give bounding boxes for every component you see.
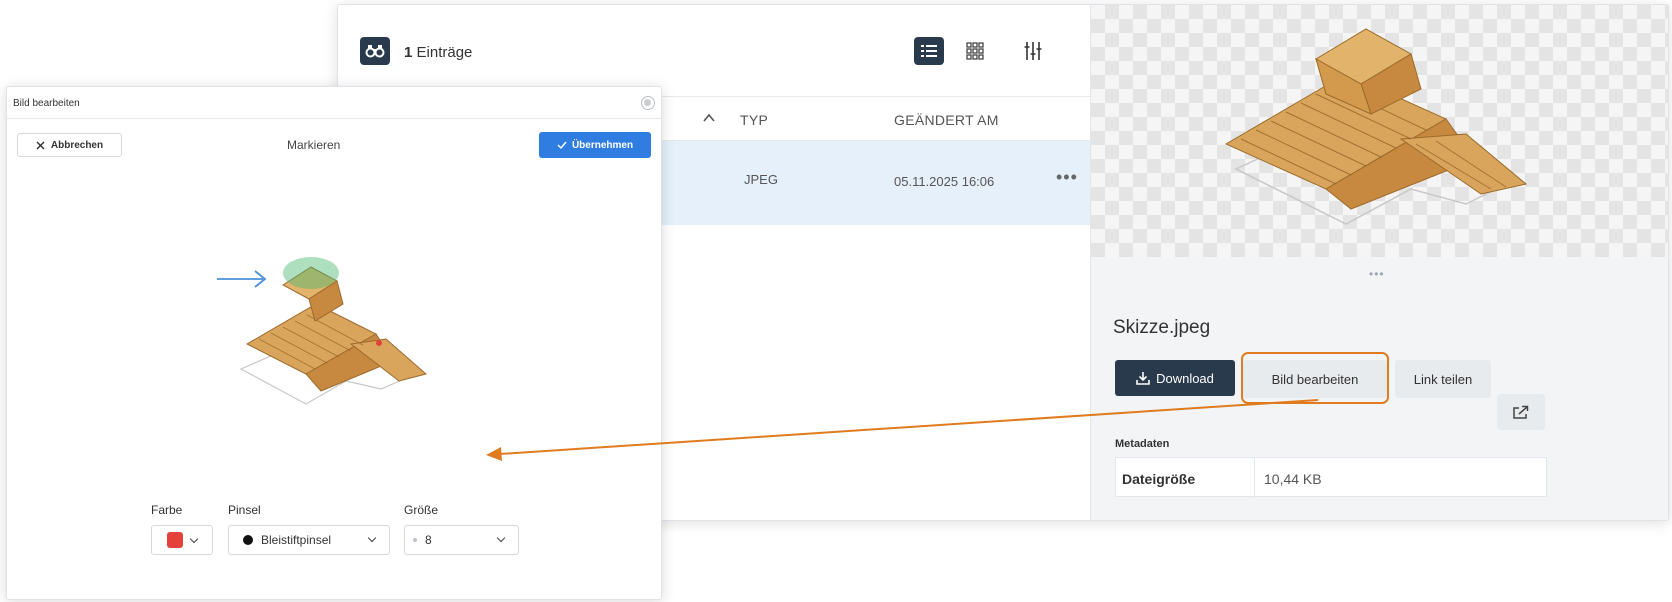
resize-handle[interactable]: ••• [1369, 267, 1385, 281]
brush-value: Bleistiftpinsel [261, 533, 332, 547]
more-options-icon[interactable]: ••• [1056, 167, 1078, 188]
filter-button[interactable] [1018, 37, 1048, 65]
share-icon [1513, 405, 1529, 419]
metadata-divider [1254, 458, 1255, 498]
list-view-icon [921, 45, 937, 57]
checkmark-icon [557, 141, 567, 149]
size-label: Größe [404, 503, 439, 517]
edit-image-button[interactable]: Bild bearbeiten [1243, 360, 1387, 398]
sort-chevron-up-icon[interactable] [702, 111, 716, 125]
cancel-button[interactable]: Abbrechen [17, 133, 122, 157]
file-name: Skizze.jpeg [1113, 317, 1211, 338]
roof-structure-image [1224, 28, 1528, 225]
list-view-button[interactable] [914, 37, 944, 65]
binoculars-icon [360, 37, 390, 65]
metadata-title: Metadaten [1115, 438, 1170, 450]
file-toolbar: 1 Einträge [338, 5, 1158, 97]
color-swatch [167, 532, 183, 548]
size-dot-icon [413, 538, 417, 542]
entries-count-label: 1 Einträge [404, 44, 472, 61]
download-label: Download [1156, 370, 1214, 386]
size-select[interactable]: 8 [404, 525, 519, 555]
share-link-label: Link teilen [1413, 371, 1473, 387]
chevron-down-icon [189, 534, 199, 543]
color-label: Farbe [151, 503, 183, 517]
apply-button[interactable]: Übernehmen [539, 132, 651, 158]
cell-modified: 05.11.2025 16:06 [894, 174, 995, 189]
apply-label: Übernehmen [571, 139, 634, 151]
edit-canvas[interactable] [211, 249, 441, 419]
share-button[interactable] [1497, 394, 1545, 430]
column-header-type[interactable]: TYP [740, 112, 768, 128]
column-header-modified[interactable]: GEÄNDERT AM [894, 112, 999, 128]
metadata-value: 10,44 KB [1264, 471, 1322, 487]
table-row[interactable]: JPEG 05.11.2025 16:06 ••• [658, 141, 1158, 225]
entries-text: Einträge [416, 44, 473, 61]
preview-pane: ••• Skizze.jpeg Download Bild bearbeiten… [1090, 5, 1668, 520]
dialog-header: Bild bearbeiten [7, 87, 661, 119]
table-header: TYP GEÄNDERT AM [658, 97, 1158, 141]
filter-sliders-icon [1024, 42, 1042, 60]
mode-label: Markieren [287, 138, 341, 152]
download-icon [1136, 372, 1150, 385]
size-value: 8 [425, 533, 432, 547]
brush-label: Pinsel [228, 503, 261, 517]
download-button[interactable]: Download [1115, 360, 1235, 396]
metadata-key: Dateigröße [1122, 471, 1196, 487]
color-select[interactable] [151, 525, 213, 555]
cell-type: JPEG [744, 172, 778, 187]
grid-view-icon [966, 42, 984, 60]
metadata-table: Dateigröße 10,44 KB [1115, 457, 1547, 498]
x-icon [36, 141, 45, 149]
chevron-down-icon [367, 533, 377, 543]
dialog-title: Bild bearbeiten [13, 98, 80, 109]
edit-image-dialog: Bild bearbeiten Abbrechen Markieren Über… [6, 86, 662, 600]
chevron-down-icon [496, 533, 506, 543]
grid-view-button[interactable] [960, 37, 990, 65]
cancel-label: Abbrechen [50, 139, 104, 151]
edit-image-label: Bild bearbeiten [1271, 371, 1359, 387]
entries-count: 1 [404, 44, 413, 61]
image-preview [1091, 5, 1668, 257]
close-icon[interactable] [641, 96, 655, 110]
brush-select[interactable]: Bleistiftpinsel [228, 525, 390, 555]
share-link-button[interactable]: Link teilen [1395, 360, 1491, 398]
brush-dot-icon [243, 535, 253, 545]
